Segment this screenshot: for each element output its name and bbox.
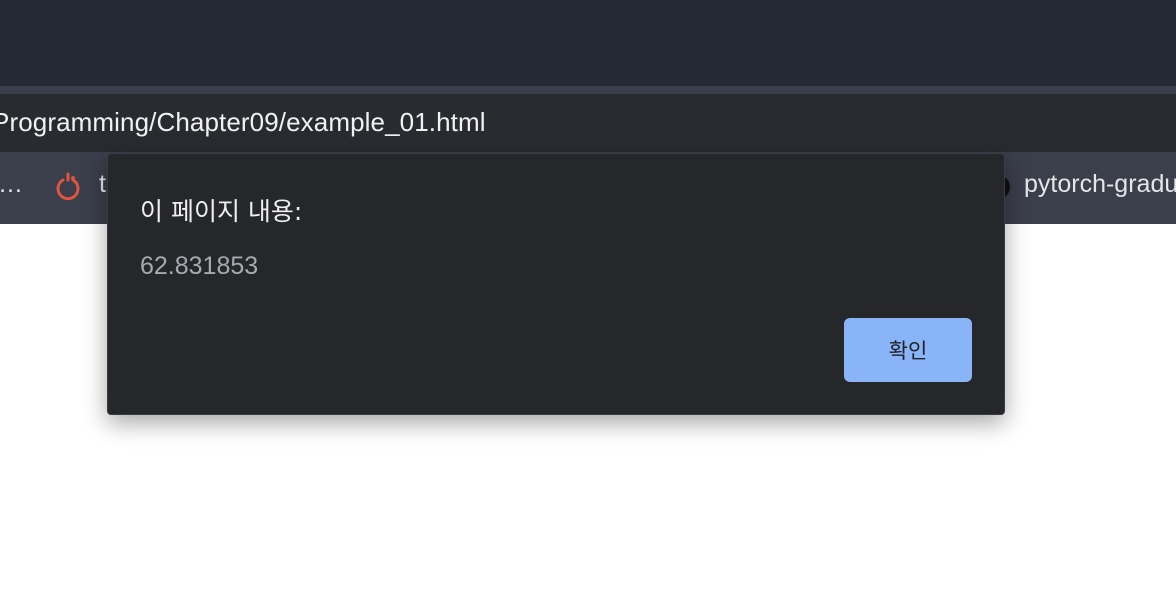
bookmark-item-label[interactable]: t bbox=[99, 170, 106, 199]
pytorch-icon[interactable] bbox=[54, 172, 82, 204]
dialog-title: 이 페이지 내용: bbox=[140, 197, 303, 226]
bookmark-overflow[interactable]: … bbox=[0, 170, 23, 199]
alert-dialog: 이 페이지 내용: 62.831853 확인 bbox=[107, 153, 1005, 415]
ok-button[interactable]: 확인 bbox=[844, 318, 972, 382]
tab-strip bbox=[0, 0, 1176, 86]
bookmark-item-pytorch-gradu[interactable]: pytorch-gradu bbox=[1024, 170, 1176, 199]
dialog-message: 62.831853 bbox=[140, 252, 259, 280]
address-bar-url[interactable]: Programming/Chapter09/example_01.html bbox=[0, 107, 486, 138]
tab-divider bbox=[0, 86, 1176, 94]
